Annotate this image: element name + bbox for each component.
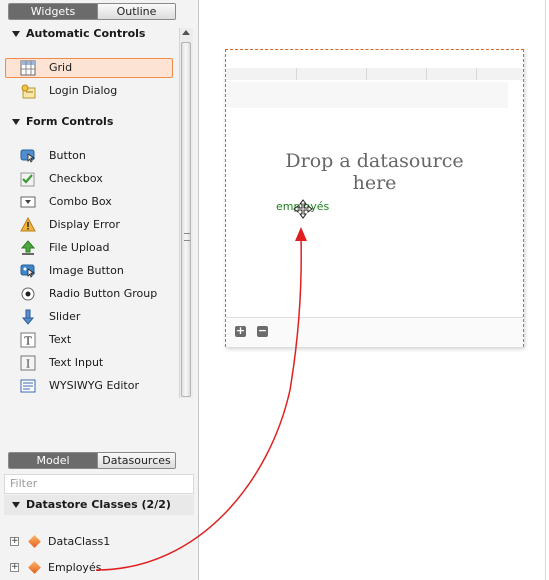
tab-outline[interactable]: Outline <box>97 4 175 19</box>
grid-column-separator <box>476 68 477 80</box>
widget-item-label: Checkbox <box>49 172 103 185</box>
dataclass-diamond-icon <box>28 535 41 548</box>
widget-item-label: Image Button <box>49 264 124 277</box>
radio-icon <box>21 287 35 301</box>
grid-header-band <box>226 68 523 80</box>
automatic-controls-title: Automatic Controls <box>26 27 146 40</box>
tab-model[interactable]: Model <box>9 453 97 468</box>
widget-item-text-input[interactable]: I Text Input <box>10 353 174 373</box>
canvas-right-edge <box>545 0 546 580</box>
tab-widgets[interactable]: Widgets <box>9 4 97 19</box>
widget-item-label: Radio Button Group <box>49 287 158 300</box>
grid-icon <box>20 60 36 76</box>
drop-hint-line-1: Drop a datasource <box>285 150 464 172</box>
widget-item-label: Display Error <box>49 218 120 231</box>
form-controls-header[interactable]: Form Controls <box>4 112 176 132</box>
svg-text:I: I <box>26 358 30 371</box>
upload-icon <box>20 240 36 255</box>
expand-plus-icon[interactable]: + <box>10 537 19 546</box>
drop-hint-line-2: here <box>352 172 397 194</box>
widget-item-grid[interactable]: Grid <box>5 58 173 78</box>
class-item-employes[interactable]: + Employés <box>8 559 194 577</box>
class-item-label: Employés <box>48 561 102 574</box>
widget-item-radio-button-group[interactable]: Radio Button Group <box>10 284 174 304</box>
widgets-panel: Widgets Outline Automatic Controls Grid … <box>0 0 199 580</box>
grid-column-separator <box>296 68 297 80</box>
widget-item-label: File Upload <box>49 241 110 254</box>
widget-item-label: Text Input <box>49 356 104 369</box>
widgets-scrollbar[interactable] <box>179 28 193 400</box>
widget-item-slider[interactable]: Slider <box>10 307 174 327</box>
grid-footer: + − <box>226 317 523 347</box>
grid-row-band <box>226 82 508 108</box>
grid-column-separator <box>426 68 427 80</box>
form-controls-title: Form Controls <box>26 115 114 128</box>
combo-box-icon <box>20 196 36 208</box>
text-icon: T <box>20 332 36 348</box>
dataclass-diamond-icon <box>28 561 41 574</box>
widget-item-checkbox[interactable]: Checkbox <box>10 169 174 189</box>
widget-item-combo-box[interactable]: Combo Box <box>10 192 174 212</box>
widget-item-image-button[interactable]: Image Button <box>10 261 174 281</box>
drop-datasource-hint: Drop a datasource here <box>226 150 523 194</box>
warning-icon <box>20 217 36 232</box>
expand-plus-icon[interactable]: + <box>10 563 19 572</box>
filter-input[interactable]: Filter <box>4 474 194 494</box>
widget-item-label: Button <box>49 149 86 162</box>
scrollbar-thumb[interactable] <box>181 42 191 397</box>
widget-item-label: Combo Box <box>49 195 112 208</box>
widget-item-button[interactable]: Button <box>10 146 174 166</box>
widget-item-text[interactable]: T Text <box>10 330 174 350</box>
automatic-controls-header[interactable]: Automatic Controls <box>4 24 176 44</box>
login-dialog-icon <box>21 84 36 99</box>
image-button-icon <box>20 264 36 278</box>
collapse-triangle-icon <box>12 119 20 125</box>
grid-widget[interactable]: Drop a datasource here + − <box>225 49 524 347</box>
class-item-label: DataClass1 <box>48 535 111 548</box>
grip-icon <box>184 233 190 241</box>
widget-item-label: Slider <box>49 310 81 323</box>
scroll-up-arrow-icon[interactable] <box>182 30 190 35</box>
widget-item-label: Grid <box>49 61 73 74</box>
widget-item-label: Login Dialog <box>49 84 118 97</box>
collapse-triangle-icon <box>12 502 20 508</box>
slider-icon <box>21 309 35 325</box>
wysiwyg-icon <box>20 379 36 393</box>
widget-item-label: WYSIWYG Editor <box>49 379 139 392</box>
top-tab-bar: Widgets Outline <box>8 3 176 20</box>
add-row-button[interactable]: + <box>235 325 246 337</box>
torn-edge-divider <box>0 398 198 448</box>
bottom-tab-bar: Model Datasources <box>8 452 176 469</box>
widget-item-login-dialog[interactable]: Login Dialog <box>10 81 174 101</box>
collapse-triangle-icon <box>12 31 20 37</box>
datastore-classes-header[interactable]: Datastore Classes (2/2) <box>4 495 194 515</box>
button-icon <box>20 149 36 163</box>
checkbox-icon <box>20 172 35 187</box>
move-cursor-icon <box>293 199 313 219</box>
tab-datasources[interactable]: Datasources <box>97 453 175 468</box>
widget-item-file-upload[interactable]: File Upload <box>10 238 174 258</box>
widget-item-label: Text <box>49 333 72 346</box>
datastore-classes-title: Datastore Classes (2/2) <box>26 498 171 511</box>
widget-item-wysiwyg-editor[interactable]: WYSIWYG Editor <box>10 376 174 396</box>
remove-row-button[interactable]: − <box>257 325 268 337</box>
grid-column-separator <box>366 68 367 80</box>
text-input-icon: I <box>20 355 36 371</box>
svg-text:T: T <box>24 335 32 348</box>
class-item-dataclass1[interactable]: + DataClass1 <box>8 533 194 551</box>
widget-item-display-error[interactable]: Display Error <box>10 215 174 235</box>
